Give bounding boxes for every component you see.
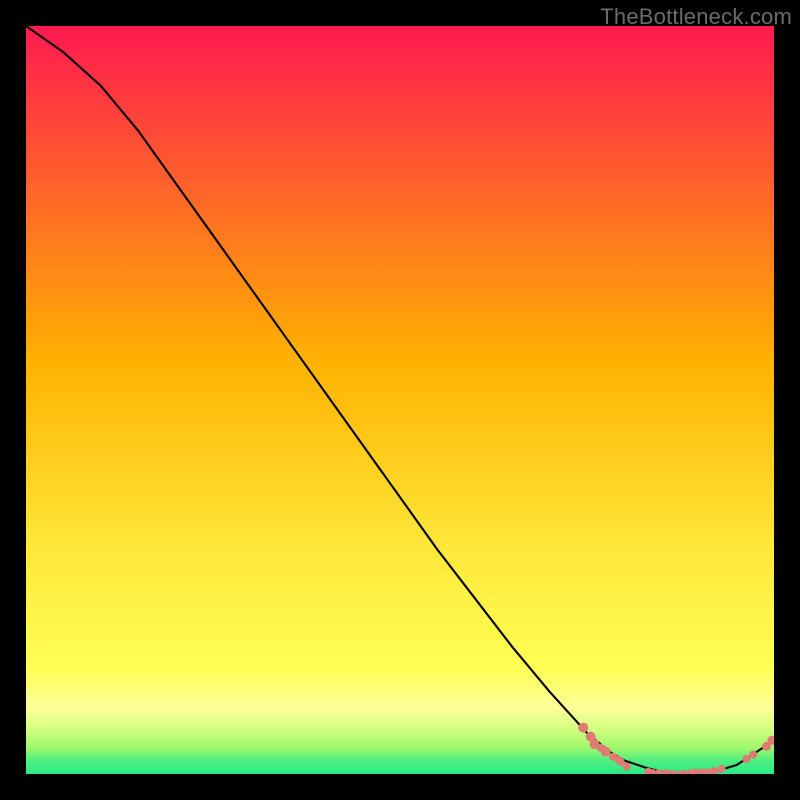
marker-dot — [601, 747, 611, 757]
marker-dot — [578, 723, 588, 733]
marker-dot — [749, 751, 757, 759]
plot-area — [26, 26, 774, 774]
watermark-text: TheBottleneck.com — [600, 4, 792, 30]
gradient-background — [26, 26, 774, 774]
marker-dot — [623, 763, 631, 771]
chart-frame: TheBottleneck.com — [0, 0, 800, 800]
chart-svg — [26, 26, 774, 774]
marker-dot — [718, 765, 726, 773]
marker-dot — [742, 755, 750, 763]
